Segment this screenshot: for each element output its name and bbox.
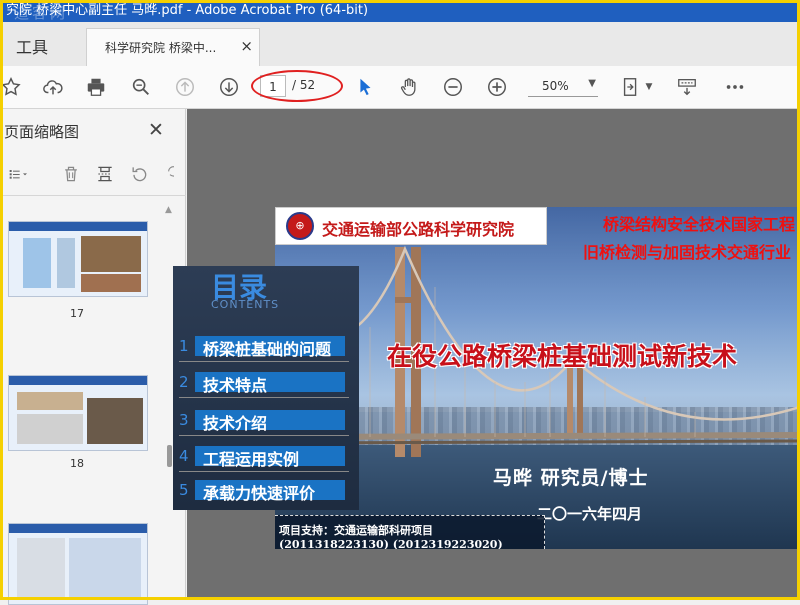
contents-overlay: 目录 CONTENTS 1 桥梁桩基础的问题 2 技术特点 3 技术介绍 4 工… xyxy=(173,266,359,510)
slide-date: 二〇一六年四月 xyxy=(537,505,643,523)
support-line1: 项目支持：交通运输部科研项目 xyxy=(279,524,433,537)
zoom-select[interactable]: 50% ▼ xyxy=(528,76,598,97)
contents-item-label: 桥梁桩基础的问题 xyxy=(203,340,332,359)
slide-title: 在役公路桥梁桩基础测试新技术 xyxy=(387,342,738,371)
project-support: 项目支持：交通运输部科研项目 (2011318223130) (20123192… xyxy=(275,515,545,549)
tab-tools[interactable]: 工具 xyxy=(16,34,48,58)
org-logo-box: ⊕ 交通运输部公路科学研究院 xyxy=(275,207,547,245)
lab-name-line1: 桥梁结构安全技术国家工程 xyxy=(603,215,796,234)
contents-item: 5 承载力快速评价 xyxy=(179,480,349,503)
rotate-ccw-icon[interactable] xyxy=(128,163,150,185)
contents-item-number: 4 xyxy=(179,447,189,465)
chevron-down-icon[interactable]: ▼ xyxy=(642,74,656,100)
contents-item-label: 技术介绍 xyxy=(203,414,268,433)
zoom-out-icon[interactable] xyxy=(440,74,466,100)
print-icon[interactable] xyxy=(83,74,109,100)
contents-item-label: 技术特点 xyxy=(203,376,268,395)
scroll-thumb[interactable] xyxy=(167,445,172,467)
zoom-value: 50% xyxy=(542,79,569,93)
panel-title: 页面缩略图 xyxy=(4,123,80,141)
watermark: 道客网 xyxy=(14,4,69,22)
close-icon[interactable]: × xyxy=(240,37,253,55)
tab-document-label: 科学研究院 桥梁中... xyxy=(105,41,217,55)
page-thumbnail[interactable] xyxy=(8,375,148,451)
slide-author: 马晔 研究员/博士 xyxy=(493,467,649,489)
support-line2: (2011318223130) (2012319223020) xyxy=(279,538,503,549)
contents-item-number: 1 xyxy=(179,337,189,355)
org-name: 交通运输部公路科学研究院 xyxy=(322,220,515,239)
zoom-search-icon[interactable] xyxy=(128,74,154,100)
contents-item-number: 3 xyxy=(179,411,189,429)
tab-document[interactable]: 科学研究院 桥梁中... × xyxy=(86,28,260,66)
hand-icon[interactable] xyxy=(396,74,422,100)
select-arrow-icon[interactable] xyxy=(352,74,378,100)
contents-item-label: 工程运用实例 xyxy=(203,450,300,469)
page-thumbnail[interactable] xyxy=(8,523,148,605)
contents-item: 2 技术特点 xyxy=(179,372,349,398)
lab-name-line2: 旧桥检测与加固技术交通行业 xyxy=(583,243,792,262)
chevron-down-icon: ▼ xyxy=(588,78,596,89)
contents-item: 3 技术介绍 xyxy=(179,410,349,436)
contents-item-label: 承载力快速评价 xyxy=(203,484,316,503)
contents-item-number: 5 xyxy=(179,481,189,499)
thumbnail-page-number: 17 xyxy=(70,307,84,320)
fit-page-icon[interactable] xyxy=(618,74,644,100)
cloud-upload-icon[interactable] xyxy=(40,74,66,100)
tab-bar: 工具 科学研究院 桥梁中... × xyxy=(0,22,800,67)
contents-item: 4 工程运用实例 xyxy=(179,446,349,472)
page-thumbnail[interactable] xyxy=(8,221,148,297)
page-up-icon[interactable] xyxy=(172,74,198,100)
extract-pages-icon[interactable] xyxy=(94,163,116,185)
divider xyxy=(0,195,186,196)
close-icon[interactable]: ✕ xyxy=(148,119,164,141)
org-logo: ⊕ xyxy=(286,212,314,240)
page-down-icon[interactable] xyxy=(216,74,242,100)
comment-icon[interactable] xyxy=(674,74,700,100)
rotate-cw-icon[interactable] xyxy=(158,163,174,185)
contents-item: 1 桥梁桩基础的问题 xyxy=(179,336,349,362)
trash-icon[interactable] xyxy=(60,163,82,185)
scroll-up-icon[interactable]: ▲ xyxy=(165,205,172,215)
options-menu-icon[interactable] xyxy=(2,163,36,185)
zoom-in-icon[interactable] xyxy=(484,74,510,100)
contents-item-number: 2 xyxy=(179,373,189,391)
highlight-oval xyxy=(251,70,343,102)
thumbnail-page-number: 18 xyxy=(70,457,84,470)
star-icon[interactable] xyxy=(0,74,24,100)
contents-subheading: CONTENTS xyxy=(211,298,280,311)
more-icon[interactable] xyxy=(722,74,748,100)
page-thumbnails-panel: 页面缩略图 ✕ 17 18 ▲ xyxy=(0,109,186,605)
panel-toolbar xyxy=(0,159,186,191)
toolbar: 1 / 52 50% ▼ ▼ xyxy=(0,66,800,109)
window-titlebar: 究院 桥梁中心副主任 马晔.pdf - Adobe Acrobat Pro (6… xyxy=(0,0,800,22)
